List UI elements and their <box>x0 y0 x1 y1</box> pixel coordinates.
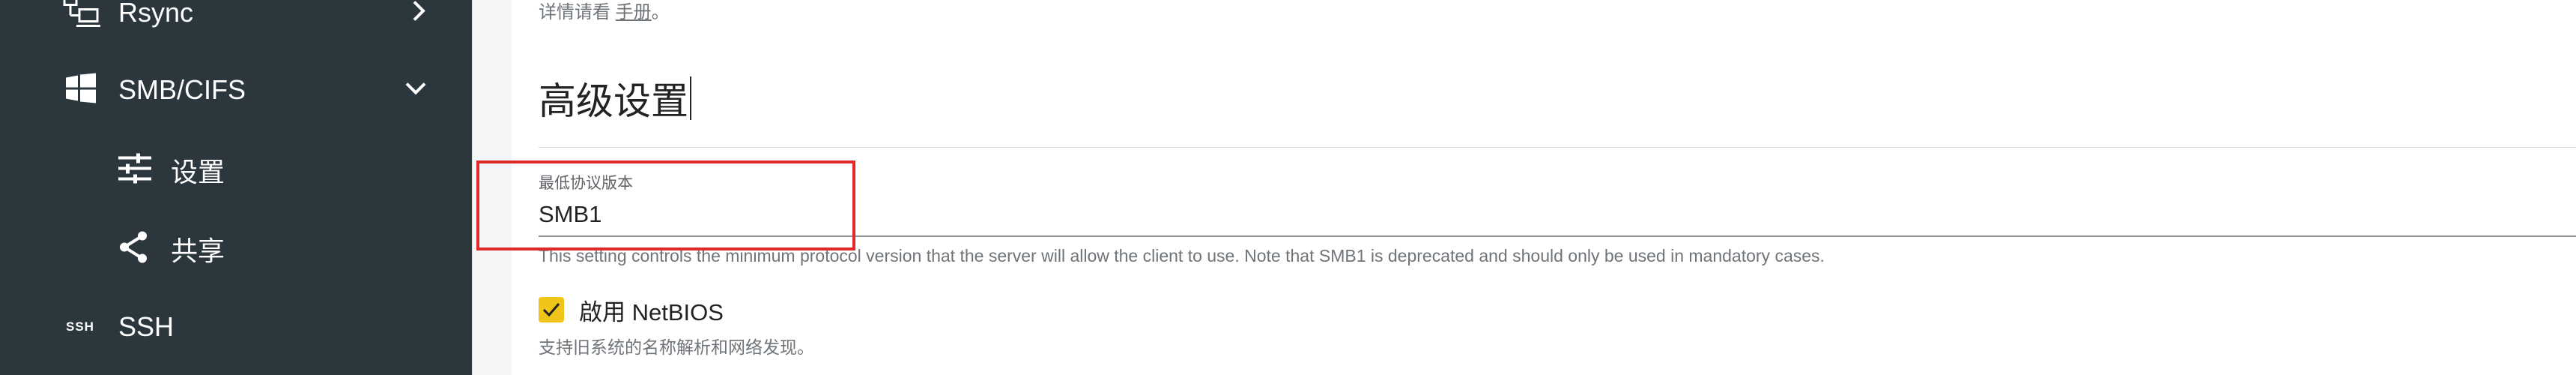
sidebar-item-smb-settings[interactable]: 设置 <box>0 136 472 204</box>
chevron-right-icon <box>410 0 427 26</box>
text-caret <box>690 76 691 120</box>
sidebar-item-label: SMB/CIFS <box>118 74 246 105</box>
content-gutter <box>472 0 512 375</box>
min-protocol-value[interactable]: SMB1 <box>539 201 601 228</box>
sidebar-item-label: 设置 <box>171 157 225 188</box>
netbios-checkbox[interactable] <box>539 297 564 322</box>
netbios-hint: 支持旧系统的名称解析和网络发现。 <box>539 338 814 357</box>
checkmark-icon <box>542 303 560 317</box>
sidebar-item-ssh[interactable]: SSH SSH <box>0 293 472 361</box>
min-protocol-label: 最低协议版本 <box>539 175 633 192</box>
min-protocol-hint: This setting controls the minimum protoc… <box>539 246 1825 266</box>
sidebar-item-label: 共享 <box>171 236 225 266</box>
sidebar-item-label: Rsync <box>118 0 194 28</box>
share-icon <box>118 231 148 268</box>
sidebar-item-smb-cifs[interactable]: SMB/CIFS <box>0 56 472 124</box>
ssh-icon: SSH <box>66 320 94 334</box>
manual-link[interactable]: 手册 <box>616 2 652 22</box>
netbios-label[interactable]: 啟用 NetBIOS <box>579 293 724 327</box>
netbios-checkbox-row[interactable]: 啟用 NetBIOS <box>539 293 724 327</box>
section-divider <box>539 147 2576 148</box>
sidebar-item-smb-shares[interactable]: 共享 <box>0 215 472 283</box>
section-title: 高级设置 <box>539 80 688 122</box>
windows-icon <box>66 73 96 107</box>
chevron-down-icon <box>404 80 427 100</box>
manual-hint-suffix: 。 <box>651 2 670 22</box>
section-heading: 高级设置 <box>539 71 691 125</box>
sidebar-item-rsync[interactable]: Rsync <box>0 0 472 46</box>
sidebar: Rsync SMB/CIFS 设置 共享 SSH SSH <box>0 0 472 375</box>
sidebar-item-label: SSH <box>118 311 175 342</box>
tune-icon <box>118 153 151 188</box>
min-protocol-select[interactable]: 最低协议版本 SMB1 <box>539 166 2576 237</box>
field-underline <box>539 236 2576 237</box>
manual-hint: 详情请看 手册。 <box>539 0 670 23</box>
rsync-icon <box>61 0 100 33</box>
manual-hint-text: 详情请看 <box>539 2 610 22</box>
main-content: 详情请看 手册。 高级设置 最低协议版本 SMB1 This setting c… <box>512 0 2576 375</box>
